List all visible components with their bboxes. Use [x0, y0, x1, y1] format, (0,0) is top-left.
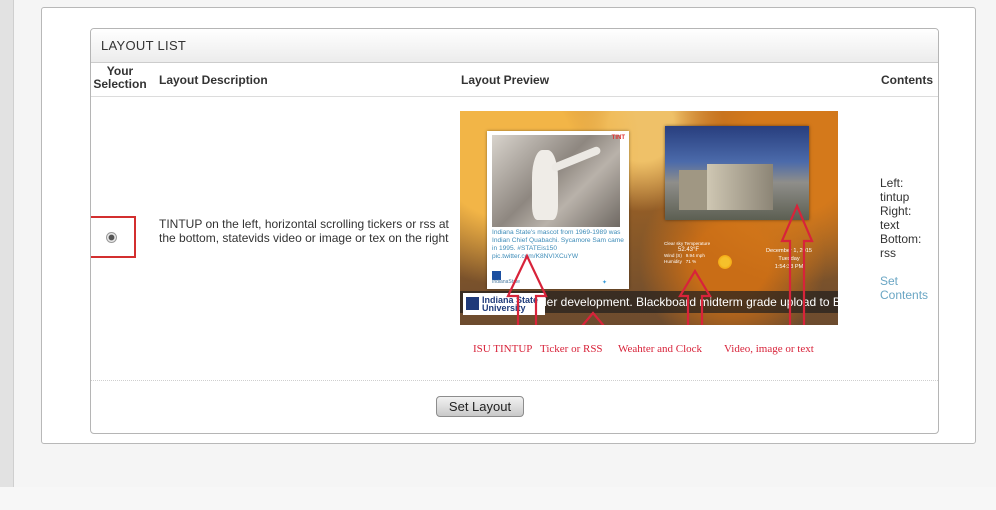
annotation-video: Video, image or text: [724, 343, 814, 355]
set-layout-button[interactable]: Set Layout: [436, 396, 524, 417]
layout-radio-button[interactable]: [106, 232, 117, 243]
layout-contents: Left: tintup Right: text Bottom: rss Set…: [880, 176, 938, 302]
left-rail: [0, 0, 14, 487]
panel-title: LAYOUT LIST: [101, 38, 187, 53]
layout-description: TINTUP on the left, horizontal scrolling…: [159, 217, 449, 245]
annotation-ticker: Ticker or RSS: [540, 343, 603, 355]
column-header-description: Layout Description: [159, 73, 268, 87]
set-contents-link[interactable]: Set Contents: [880, 274, 938, 302]
layout-list-panel: LAYOUT LIST Your Selection Layout Descri…: [90, 28, 939, 434]
video-panel: [665, 126, 809, 220]
tint-brand-logo: TINT: [611, 135, 625, 141]
ticker-text: der development. Blackboard midterm grad…: [540, 295, 838, 309]
panel-header: LAYOUT LIST: [91, 29, 938, 63]
layout-preview-image: TINT Indiana State's mascot from 1969-19…: [460, 111, 838, 325]
layout-row: TINTUP on the left, horizontal scrolling…: [91, 97, 938, 381]
tint-post-photo: [492, 135, 620, 227]
content-container: LAYOUT LIST Your Selection Layout Descri…: [41, 7, 976, 444]
panel-footer: Set Layout: [91, 381, 938, 433]
bottom-strip: [0, 487, 996, 510]
isu-logo: Indiana State University: [463, 293, 545, 315]
column-header-preview: Layout Preview: [461, 73, 550, 87]
arrow-ticker: [581, 311, 605, 325]
sun-icon: [718, 255, 732, 269]
isu-mark-icon: [466, 297, 479, 310]
tint-post-text: Indiana State's mascot from 1969-1989 wa…: [492, 229, 624, 260]
column-header-contents: Contents: [881, 73, 933, 87]
tintup-post-card: TINT Indiana State's mascot from 1969-19…: [487, 131, 629, 289]
table-header: Your Selection Layout Description Layout…: [91, 63, 938, 97]
clock-widget: December 1, 2015 Tuesday 1:54:33 PM: [765, 248, 813, 270]
annotation-tintup: ISU TINTUP: [473, 343, 533, 355]
twitter-bird-icon: ✦: [601, 280, 607, 286]
weather-widget: Clear sky Temperature 52.43°F Wind (S) 9…: [664, 241, 711, 264]
annotation-weather: Weahter and Clock: [618, 343, 703, 355]
tint-author: IndianaState: [492, 279, 521, 285]
column-header-selection: Your Selection: [93, 64, 147, 91]
